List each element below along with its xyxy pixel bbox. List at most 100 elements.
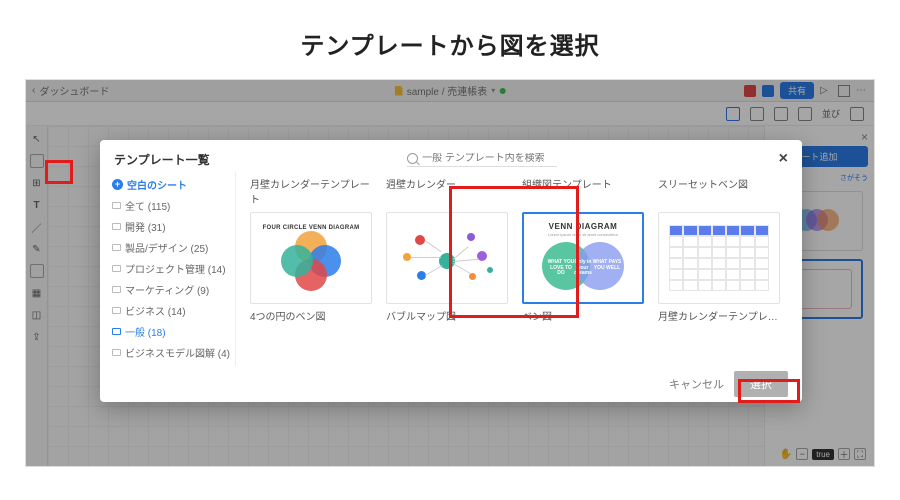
sidebar-item-label: 製品/デザイン (25) [125, 240, 208, 255]
sidebar-item-label: 一般 (18) [125, 324, 166, 339]
cursor-icon[interactable]: ↖ [30, 132, 44, 146]
sidebar-item-design[interactable]: 製品/デザイン (25) [112, 237, 235, 258]
sidebar-item-pm[interactable]: プロジェクト管理 (14) [112, 258, 235, 279]
doc-icon [395, 86, 403, 96]
text-tool-icon[interactable]: T [30, 198, 44, 212]
template-card-bubble[interactable]: バブルマップ図 [386, 212, 508, 323]
tool-rail: ↖ ⊞ T ／ ✎ ▦ ◫ ⇪ [26, 126, 48, 466]
template-card[interactable]: 月壁カレンダーテンプレート [250, 172, 372, 212]
template-search[interactable] [407, 151, 557, 167]
sync-ok-icon [499, 88, 505, 94]
avatar[interactable] [762, 85, 774, 97]
card-label: 週壁カレンダー [386, 172, 508, 197]
grid-icon[interactable] [774, 107, 788, 121]
venn-label-mid: Only in your dreams [572, 260, 594, 277]
folder-icon [112, 265, 121, 272]
modal-close-button[interactable]: × [779, 150, 788, 168]
zoom-badge: true [812, 449, 834, 460]
chart-icon[interactable]: ◫ [30, 308, 44, 322]
search-input[interactable] [422, 153, 557, 164]
chevron-down-icon: ▾ [491, 86, 495, 95]
bubble-map-icon [397, 223, 497, 293]
sidebar-item-business[interactable]: ビジネス (14) [112, 300, 235, 321]
venn-label-right: WHAT PAYS YOU WELL [592, 260, 622, 271]
close-icon[interactable]: × [861, 130, 868, 144]
template-grid: 月壁カレンダーテンプレート 週壁カレンダー 組織図テンプレート スリーセットベン… [236, 172, 802, 366]
file-title[interactable]: sample / 売連帳表 ▾ [395, 83, 506, 98]
card-label: バブルマップ図 [386, 304, 508, 323]
card-label: 月壁カレンダーテンプレート [658, 304, 780, 323]
objects-icon[interactable] [798, 107, 812, 121]
folder-icon [112, 307, 121, 314]
share-button[interactable]: 共有 [780, 82, 814, 99]
template-modal: テンプレート一覧 × + 空白のシート 全て (115) 開発 (31) 製品/… [100, 140, 802, 402]
template-card[interactable]: 組織図テンプレート [522, 172, 644, 212]
notification-icon[interactable] [744, 85, 756, 97]
folder-icon [112, 286, 121, 293]
pen-tool-icon[interactable]: ✎ [30, 242, 44, 256]
cancel-button[interactable]: キャンセル [669, 376, 724, 392]
sidebar-blank-label: 空白のシート [127, 177, 187, 192]
template-icon[interactable] [30, 154, 44, 168]
sidebar-item-label: プロジェクト管理 (14) [125, 261, 226, 276]
breadcrumb[interactable]: ‹ ダッシュボード [32, 83, 109, 98]
template-card[interactable]: スリーセットベン図 [658, 172, 780, 212]
shapes-icon[interactable]: ⊞ [30, 176, 44, 190]
sidebar-item-label: 開発 (31) [125, 219, 166, 234]
file-name: sample / 売連帳表 [407, 83, 488, 98]
template-card-four-venn[interactable]: FOUR CIRCLE VENN DIAGRAM 4つの円のベン図 [250, 212, 372, 323]
sidebar-item-all[interactable]: 全て (115) [112, 195, 235, 216]
thumb-sub: Lorem ipsum dolor sit amet consectetur [542, 231, 624, 238]
sidebar-item-label: マーケティング (9) [125, 282, 209, 297]
ribbon: 並び [26, 102, 874, 126]
card-label: ベン図 [522, 304, 644, 323]
play-icon[interactable]: ▷ [820, 85, 832, 97]
gear-icon[interactable] [850, 107, 864, 121]
folder-icon [112, 328, 121, 335]
card-label: 4つの円のベン図 [250, 304, 372, 323]
sidebar-item-bizmodel[interactable]: ビジネスモデル図解 (4) [112, 342, 235, 363]
template-card-calendar[interactable]: 月壁カレンダーテンプレート [658, 212, 780, 323]
select-button[interactable]: 選択 [734, 371, 788, 397]
folder-icon [112, 202, 121, 209]
zoom-out-button[interactable]: − [796, 448, 808, 460]
template-card[interactable]: 週壁カレンダー [386, 172, 508, 212]
app-window: ‹ ダッシュボード sample / 売連帳表 ▾ 共有 ▷ ⋯ 並び ↖ [25, 79, 875, 467]
hand-icon[interactable]: ✋ [780, 449, 792, 460]
modal-title: テンプレート一覧 [114, 151, 210, 168]
card-label: 組織図テンプレート [522, 172, 644, 197]
line-tool-icon[interactable]: ／ [30, 220, 44, 234]
plus-icon: + [112, 179, 123, 190]
sticky-icon[interactable] [30, 264, 44, 278]
export-icon[interactable] [838, 85, 850, 97]
more-icon[interactable]: ⋯ [856, 85, 868, 97]
zoom-in-button[interactable]: ＋ [838, 448, 850, 460]
card-label: スリーセットベン図 [658, 172, 780, 197]
card-label: 月壁カレンダーテンプレート [250, 172, 372, 212]
topbar: ‹ ダッシュボード sample / 売連帳表 ▾ 共有 ▷ ⋯ [26, 80, 874, 102]
sidebar-item-marketing[interactable]: マーケティング (9) [112, 279, 235, 300]
comment-icon[interactable] [750, 107, 764, 121]
layers-icon[interactable] [726, 107, 740, 121]
sidebar-item-label: 全て (115) [125, 198, 170, 213]
upload-icon[interactable]: ⇪ [30, 330, 44, 344]
sidebar-item-label: ビジネス (14) [125, 303, 186, 318]
folder-icon [112, 349, 121, 356]
chevron-left-icon: ‹ [32, 85, 35, 96]
sidebar-item-dev[interactable]: 開発 (31) [112, 216, 235, 237]
zoom-controls: ✋ − true ＋ ⛶ [780, 448, 866, 460]
venn-icon: WHAT YOU LOVE TO DO Only in your dreams … [536, 238, 630, 294]
search-icon [407, 153, 418, 164]
folder-icon [112, 244, 121, 251]
fit-button[interactable]: ⛶ [854, 448, 866, 460]
table-icon[interactable]: ▦ [30, 286, 44, 300]
template-sidebar: + 空白のシート 全て (115) 開発 (31) 製品/デザイン (25) プ… [100, 172, 236, 366]
four-venn-icon [281, 231, 341, 291]
template-card-venn[interactable]: VENN DIAGRAM Lorem ipsum dolor sit amet … [522, 212, 644, 323]
sidebar-item-general[interactable]: 一般 (18) [112, 321, 235, 342]
thumb-title: VENN DIAGRAM [549, 222, 618, 231]
sidebar-blank-sheet[interactable]: + 空白のシート [112, 174, 235, 195]
page-title: テンプレートから図を選択 [0, 0, 900, 79]
calendar-icon [669, 225, 769, 291]
ribbon-label: 並び [822, 107, 840, 120]
